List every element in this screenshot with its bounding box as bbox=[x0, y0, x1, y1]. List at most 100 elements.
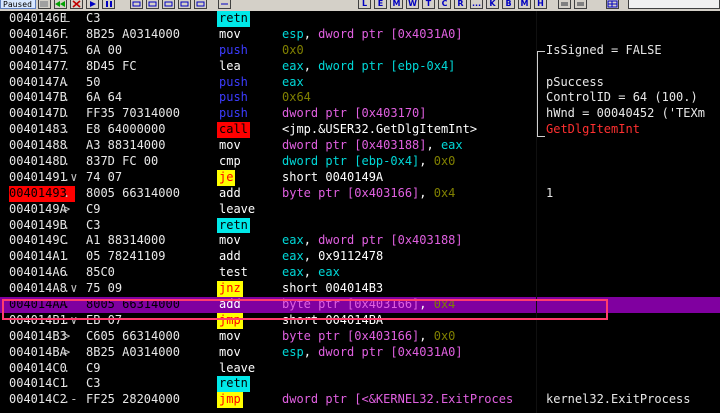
row-jump-marker: . bbox=[63, 106, 71, 121]
row-jump-marker: . bbox=[63, 265, 71, 280]
step-into-icon[interactable] bbox=[130, 0, 143, 9]
cpu-window-button[interactable]: C bbox=[438, 0, 451, 9]
disassembly-row[interactable]: 0040147D. FF35 70314000 push dword ptr [0x4… bbox=[0, 106, 720, 122]
row-jump-marker: . bbox=[63, 376, 71, 391]
disassembly-row[interactable]: 0040148D. 837D FC 00 cmp dword ptr [ebp-0x4… bbox=[0, 154, 720, 170]
execute-till-return-icon[interactable] bbox=[194, 0, 207, 9]
disassembly-row[interactable]: 0040147B. 6A 64 push 0x64 ControlID = 64 (10… bbox=[0, 90, 720, 106]
row-hex-bytes: 837D FC 00 bbox=[86, 154, 159, 169]
operand-token: , bbox=[419, 328, 434, 343]
row-operands: esp, dword ptr [0x4031A0] bbox=[282, 345, 534, 361]
references-window-button[interactable]: R bbox=[454, 0, 467, 9]
operand-token: short 0040149A bbox=[282, 169, 384, 184]
run-trace-window-button[interactable]: ... bbox=[470, 0, 483, 9]
row-hex-bytes: C9 bbox=[86, 201, 101, 216]
disassembly-row[interactable]: 004014A6. 85C0 test eax, eax bbox=[0, 265, 720, 281]
operand-token: eax bbox=[282, 233, 304, 248]
call-stack-window-button[interactable]: K bbox=[486, 0, 499, 9]
disassembly-row[interactable]: 004014A8 .∨ 75 09 jnz short 004014B3 bbox=[0, 281, 720, 298]
row-mnemonic: retn bbox=[217, 217, 250, 234]
disassembly-row[interactable]: 00401493. 8005 66314000 add byte ptr [0x403… bbox=[0, 185, 720, 202]
row-hex-bytes: FF25 28204000 bbox=[86, 392, 180, 407]
operand-token: eax bbox=[282, 74, 304, 89]
row-operands: eax, 0x9112478 bbox=[282, 249, 534, 265]
row-jump-marker: . bbox=[63, 122, 71, 137]
row-operands: <jmp.&USER32.GetDlgItemInt> bbox=[282, 122, 534, 138]
disassembly-row[interactable]: 00401488. A3 88314000 mov dword ptr [0x4031… bbox=[0, 138, 720, 154]
disassembly-row[interactable]: 004014A1. 05 78241109 add eax, 0x9112478 bbox=[0, 249, 720, 265]
operand-token: eax bbox=[282, 58, 304, 73]
disassembly-row[interactable]: 0040149A > C9 leave bbox=[0, 202, 720, 218]
operand-token: dword ptr [ebp-0x4] bbox=[318, 58, 456, 73]
run-icon[interactable] bbox=[86, 0, 99, 9]
breakpoints-window-button[interactable]: B bbox=[502, 0, 515, 9]
disassembly-row[interactable]: 00401477. 8D45 FC lea eax, dword ptr [ebp-0… bbox=[0, 59, 720, 75]
row-operands: byte ptr [0x403166], 0x4 bbox=[282, 186, 534, 202]
grid-icon[interactable] bbox=[606, 0, 619, 9]
open-icon[interactable] bbox=[38, 0, 51, 9]
log-window-button[interactable]: L bbox=[358, 0, 371, 9]
disassembly-row[interactable]: 004014B3 > C605 66314000 mov byte ptr [0x403… bbox=[0, 329, 720, 345]
disassembly-row[interactable]: 0040149B. C3 retn bbox=[0, 217, 720, 234]
operand-token: , bbox=[426, 138, 441, 153]
row-operands: dword ptr [<&KERNEL32.ExitProces bbox=[282, 392, 534, 408]
disassembly-row[interactable]: 0040149C. A1 88314000 mov eax, dword ptr [0… bbox=[0, 233, 720, 249]
row-jump-marker: . bbox=[63, 233, 71, 248]
disassembly-row[interactable]: 00401483. E8 64000000 call <jmp.&USER32.Get… bbox=[0, 122, 720, 139]
hardware-breakpoints-window-button[interactable]: H bbox=[534, 0, 547, 9]
operand-token: , bbox=[303, 58, 319, 73]
help-icon[interactable] bbox=[574, 0, 587, 9]
close-icon[interactable] bbox=[70, 0, 83, 9]
rewind-icon[interactable] bbox=[54, 0, 67, 9]
operand-token: , bbox=[303, 265, 319, 280]
disassembly-row[interactable]: 0040146E L C3 retn bbox=[0, 11, 720, 27]
operand-token: short 004014B3 bbox=[282, 281, 384, 296]
disassembly-pane[interactable]: 0040146E L C3 retn 0040146F. 8B25 A0314000 mov… bbox=[0, 11, 720, 409]
operand-token: dword ptr [0x4031A0] bbox=[318, 344, 463, 359]
row-hex-bytes: 75 09 bbox=[86, 281, 123, 296]
memory-breakpoints-window-button[interactable]: M bbox=[518, 0, 531, 9]
operand-token: dword ptr [0x403188] bbox=[282, 138, 427, 153]
row-operands: dword ptr [ebp-0x4], 0x0 bbox=[282, 154, 534, 170]
row-operands: short 004014B3 bbox=[282, 281, 534, 297]
memory-window-button[interactable]: M bbox=[390, 0, 403, 9]
row-mnemonic: jnz bbox=[217, 281, 243, 298]
modules-window-button[interactable]: E bbox=[374, 0, 387, 9]
row-mnemonic: push bbox=[219, 106, 248, 121]
windows-window-button[interactable]: W bbox=[406, 0, 419, 9]
trace-into-icon[interactable] bbox=[162, 0, 175, 9]
threads-window-button[interactable]: T bbox=[422, 0, 435, 9]
row-operands: eax, eax bbox=[282, 265, 534, 281]
row-jump-marker: . bbox=[63, 58, 71, 73]
row-comment: kernel32.ExitProcess bbox=[546, 392, 691, 407]
disassembly-row[interactable]: 004014BA >8B25 A0314000 mov esp, dword ptr … bbox=[0, 345, 720, 361]
disassembly-row[interactable]: 0040146F. 8B25 A0314000 mov esp, dword ptr … bbox=[0, 27, 720, 43]
disassembly-row[interactable]: 004014C2 .- FF25 28204000 jmp dword ptr [<&K… bbox=[0, 392, 720, 409]
operand-token: eax bbox=[440, 138, 463, 153]
row-jump-marker: . bbox=[63, 74, 71, 89]
row-mnemonic: leave bbox=[219, 360, 256, 375]
disassembly-row[interactable]: 00401491 .∨ 74 07 je short 0040149A bbox=[0, 169, 720, 186]
operand-token: <jmp.&USER32.GetDlgItemInt> bbox=[282, 122, 478, 137]
row-mnemonic: leave bbox=[219, 201, 256, 216]
operand-token: 0x4 bbox=[433, 185, 456, 200]
row-hex-bytes: A1 88314000 bbox=[86, 233, 166, 248]
row-comment: IsSigned = FALSE bbox=[546, 42, 662, 57]
operand-token: eax bbox=[282, 265, 304, 280]
disassembly-row[interactable]: 004014C1. C3 retn bbox=[0, 376, 720, 393]
row-mnemonic: mov bbox=[219, 233, 241, 248]
disassembly-row[interactable]: 00401475. 6A 00 push 0x0 IsSigned = FALSE bbox=[0, 43, 720, 59]
trace-over-icon[interactable] bbox=[178, 0, 191, 9]
row-mnemonic: add bbox=[219, 249, 241, 264]
disassembly-row[interactable]: 0040147A. 50 push eax pSuccess bbox=[0, 75, 720, 91]
pause-icon[interactable] bbox=[102, 0, 115, 9]
operand-token: 0x0 bbox=[282, 42, 304, 57]
settings-icon[interactable] bbox=[558, 0, 571, 9]
goto-icon[interactable] bbox=[218, 0, 231, 9]
row-hex-bytes: C9 bbox=[86, 360, 101, 375]
row-mnemonic: mov bbox=[219, 26, 241, 41]
row-hex-bytes: 8005 66314000 bbox=[86, 185, 180, 200]
step-over-icon[interactable] bbox=[146, 0, 159, 9]
disassembly-row[interactable]: 004014C0. C9 leave bbox=[0, 361, 720, 377]
row-comment: hWnd = 00040452 ('TEXm bbox=[546, 106, 705, 121]
